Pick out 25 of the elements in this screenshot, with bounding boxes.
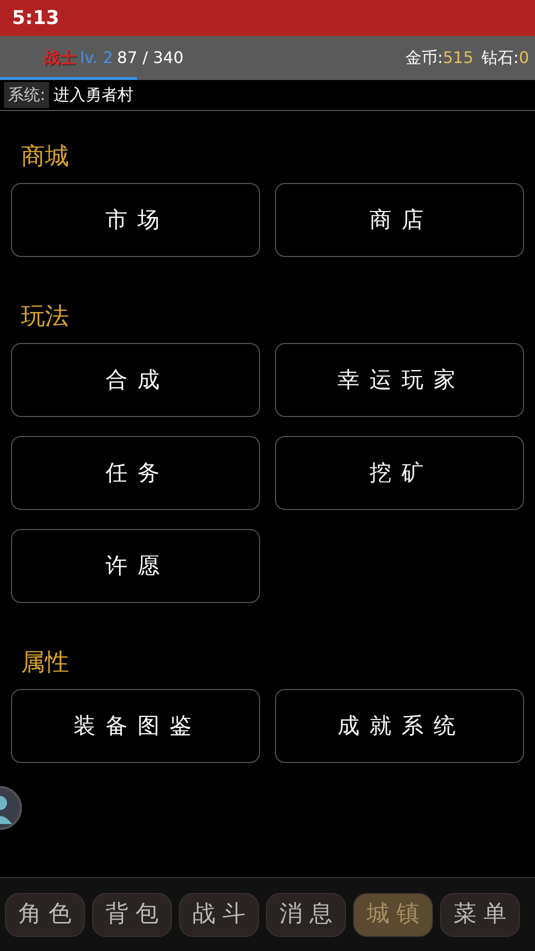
- system-message: 进入勇者村: [53, 84, 134, 106]
- nav-tab[interactable]: 背包: [92, 892, 172, 936]
- nav-tab[interactable]: 战斗: [179, 892, 259, 936]
- menu-button[interactable]: 商店: [275, 183, 524, 257]
- menu-button[interactable]: 成就系统: [275, 689, 524, 763]
- menu-button[interactable]: 任务: [11, 436, 260, 510]
- menu-button[interactable]: 合成: [11, 343, 260, 417]
- system-label: 系统:: [4, 82, 50, 108]
- nav-tab[interactable]: 消息: [266, 892, 346, 936]
- menu-button[interactable]: 挖矿: [275, 436, 524, 510]
- nav-tab[interactable]: 角色: [5, 892, 85, 936]
- coin-amount: 金币:515: [405, 47, 474, 69]
- class-name: 战士: [44, 47, 76, 69]
- nav-tab[interactable]: 菜单: [440, 892, 520, 936]
- menu-button[interactable]: 许愿: [11, 529, 260, 603]
- exp-text: 87 / 340: [117, 47, 184, 69]
- section-title: 玩法: [21, 301, 70, 332]
- diamond-amount: 钻石:0: [481, 47, 529, 69]
- section-title: 商城: [21, 141, 70, 172]
- menu-button[interactable]: 装备图鉴: [11, 689, 260, 763]
- menu-button[interactable]: 幸运玩家: [275, 343, 524, 417]
- menu-button[interactable]: 市场: [11, 183, 260, 257]
- section-title: 属性: [21, 647, 70, 678]
- status-time: 5:13: [12, 6, 60, 31]
- player-level: lv. 2: [80, 47, 114, 69]
